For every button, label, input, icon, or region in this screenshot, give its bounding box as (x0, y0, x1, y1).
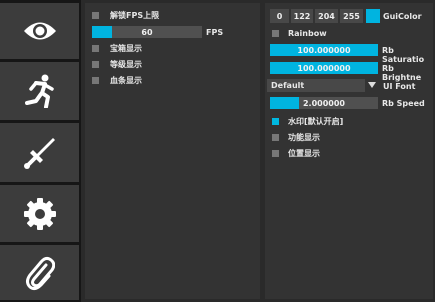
unlock-fps-label: 解锁FPS上限 (110, 11, 160, 20)
chest-esp-checkbox[interactable] (92, 45, 99, 52)
sword-icon (23, 137, 55, 169)
ui-font-dropdown[interactable]: Default (267, 79, 365, 92)
rb-speed-slider[interactable]: 2.000000 (270, 97, 378, 109)
gui-color-swatch[interactable] (366, 9, 380, 23)
fps-slider[interactable]: 60 (92, 26, 202, 38)
chest-esp-label: 宝箱显示 (110, 44, 142, 53)
watermark-checkbox[interactable] (272, 118, 279, 125)
chest-esp-option[interactable]: 宝箱显示 (92, 43, 142, 54)
watermark-option[interactable]: 水印[默认开启] (272, 116, 343, 127)
gui-color-b-input[interactable]: 204 (315, 9, 338, 23)
rb-saturation-value: 100.000000 (297, 45, 351, 55)
running-person-icon (24, 74, 54, 108)
rainbow-option[interactable]: Rainbow (272, 29, 327, 38)
rb-brightness-value: 100.000000 (297, 63, 351, 73)
gui-color-a-input[interactable]: 255 (340, 9, 363, 23)
rainbow-checkbox[interactable] (272, 30, 279, 37)
sidebar-item-misc[interactable] (0, 245, 79, 300)
unlock-fps-option[interactable]: 解锁FPS上限 (92, 10, 159, 21)
gui-color-g-input[interactable]: 122 (291, 9, 313, 23)
sidebar-item-settings[interactable] (0, 185, 79, 242)
watermark-label: 水印[默认开启] (288, 117, 344, 126)
rb-brightness-slider[interactable]: 100.000000 (270, 62, 378, 74)
gear-icon (23, 197, 56, 230)
feature-display-option[interactable]: 功能显示 (272, 132, 320, 143)
feature-display-checkbox[interactable] (272, 134, 279, 141)
chevron-down-icon[interactable] (368, 82, 376, 88)
level-esp-label: 等级显示 (110, 60, 142, 69)
ui-font-selected: Default (271, 81, 305, 90)
rb-saturation-slider[interactable]: 100.000000 (270, 44, 378, 56)
rb-speed-label: Rb Speed (382, 99, 425, 108)
health-bar-option[interactable]: 血条显示 (92, 75, 142, 86)
rb-speed-value: 2.000000 (302, 98, 345, 108)
position-display-label: 位置显示 (288, 149, 320, 158)
sidebar-item-combat[interactable] (0, 123, 79, 182)
gui-color-r-input[interactable]: 0 (270, 9, 289, 23)
feature-display-label: 功能显示 (288, 133, 320, 142)
level-esp-option[interactable]: 等级显示 (92, 59, 142, 70)
unlock-fps-checkbox[interactable] (92, 12, 99, 19)
fps-label: FPS (206, 28, 224, 37)
ui-font-label: UI Font (383, 82, 416, 91)
rb-saturation-label: Rb Saturatio (382, 46, 425, 64)
fps-slider-value: 60 (141, 27, 153, 37)
health-bar-label: 血条显示 (110, 76, 142, 85)
eye-icon (23, 22, 56, 40)
sidebar (0, 0, 81, 302)
sidebar-item-movement[interactable] (0, 62, 79, 120)
rainbow-label: Rainbow (288, 29, 327, 38)
gui-color-label: GuiColor (383, 12, 422, 21)
position-display-option[interactable]: 位置显示 (272, 148, 320, 159)
paperclip-icon (25, 256, 55, 290)
position-display-checkbox[interactable] (272, 150, 279, 157)
rb-brightness-label: Rb Brightne (382, 64, 422, 82)
health-bar-checkbox[interactable] (92, 77, 99, 84)
sidebar-item-visuals[interactable] (0, 3, 79, 59)
level-esp-checkbox[interactable] (92, 61, 99, 68)
